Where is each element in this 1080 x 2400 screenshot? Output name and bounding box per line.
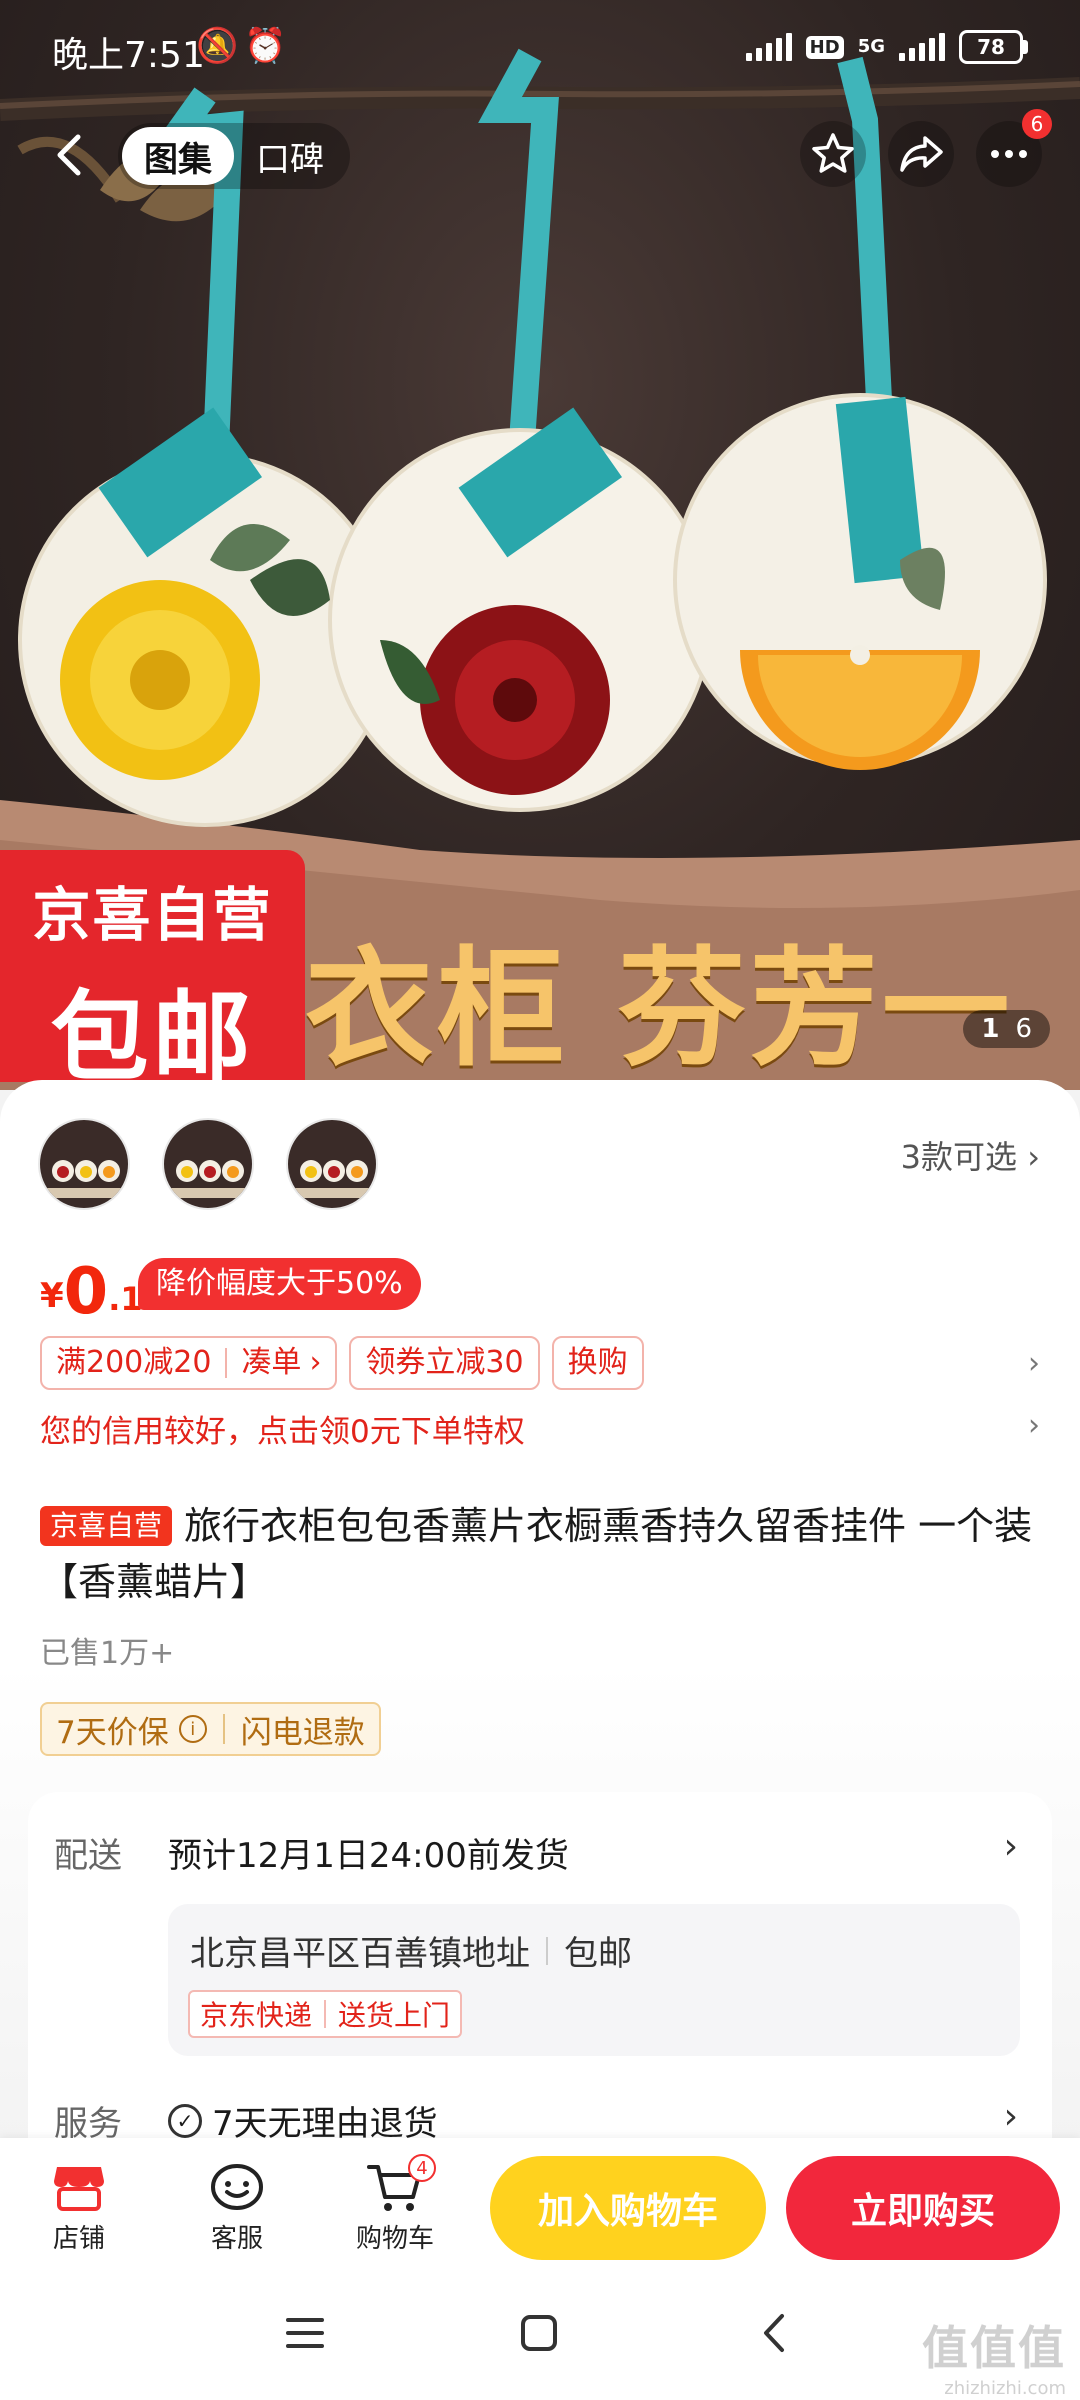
free-shipping-label: 包邮	[564, 1934, 632, 1974]
door-delivery-label: 送货上门	[338, 1999, 451, 2032]
shipping-estimate[interactable]: 预计12月1日24:00前发货	[168, 1828, 569, 1877]
status-time: 晚上7:51	[52, 35, 205, 76]
info-icon[interactable]: i	[178, 1715, 207, 1743]
self-operated-tag: 京喜自营	[40, 1506, 173, 1546]
shipping-label: 配送	[54, 1836, 122, 1876]
check-circle-icon: ✓	[168, 2103, 202, 2138]
sold-count: 已售1万+	[40, 1636, 175, 1671]
nav-actions: 6	[800, 109, 1052, 187]
network-label: 5G	[857, 36, 885, 57]
battery-level: 78	[959, 30, 1023, 64]
price-protection-label: 7天价保	[56, 1714, 169, 1751]
address-line: 北京昌平区百善镇地址 包邮	[190, 1926, 632, 1975]
battery-icon: 78	[959, 30, 1028, 64]
chat-face-icon	[211, 2164, 263, 2210]
price: ¥ 0 .1	[40, 1260, 143, 1324]
cart-count-badge: 4	[408, 2154, 436, 2182]
price-symbol: ¥	[40, 1276, 64, 1316]
shop-icon	[54, 2167, 104, 2211]
chevron-left-icon	[57, 134, 81, 176]
promo-bottom-text: 包邮	[50, 981, 255, 1090]
gallery-pager: 16	[963, 1010, 1050, 1048]
more-button[interactable]: 6	[976, 109, 1052, 187]
variants-count-label: 3款可选	[900, 1138, 1018, 1176]
support-label: 客服	[210, 2224, 263, 2254]
variant-thumb[interactable]	[286, 1118, 378, 1210]
cart-button[interactable]: 4 购物车	[340, 2154, 450, 2255]
buy-now-button[interactable]: 立即购买	[786, 2156, 1060, 2260]
pager-total: 6	[1015, 1014, 1032, 1044]
variants-selector[interactable]: 3款可选 ›	[901, 1132, 1040, 1178]
watermark-url: zhizhizhi.com	[944, 2378, 1066, 2399]
system-nav-bar	[0, 2280, 1080, 2400]
pager-current: 1	[981, 1014, 1000, 1044]
credit-privilege[interactable]: 您的信用较好，点击领0元下单特权	[40, 1406, 525, 1451]
full-reduction-coupon[interactable]: 满200减20 凑单 ›	[40, 1336, 338, 1390]
shop-button[interactable]: 店铺	[24, 2156, 134, 2255]
product-gallery[interactable]: 晚上7:51 🔕⏰ HD 5G 78 图集 口碑 6 京喜自营 包邮 衣柜 芬芳…	[0, 0, 1080, 1090]
combine-arrow: ›	[309, 1345, 322, 1380]
star-icon	[812, 133, 854, 173]
guarantee-bar[interactable]: 7天价保 i 闪电退款	[40, 1702, 381, 1756]
full-reduction-label: 满200减20	[56, 1345, 212, 1380]
express-tag: 京东快递 送货上门	[188, 1990, 463, 2038]
watermark-logo: 值值值	[922, 2321, 1066, 2375]
express-label: 京东快递	[200, 1999, 313, 2032]
shipping-arrow[interactable]: ›	[1004, 1826, 1018, 1867]
tab-gallery[interactable]: 图集	[122, 127, 234, 185]
share-button[interactable]	[888, 121, 954, 187]
message-badge: 6	[1022, 109, 1052, 139]
fast-refund-label: 闪电退款	[240, 1714, 365, 1751]
credit-arrow[interactable]: ›	[1028, 1408, 1040, 1443]
price-drop-tag: 降价幅度大于50%	[138, 1258, 421, 1310]
share-icon	[900, 136, 943, 172]
signal-icon	[745, 33, 792, 61]
shop-label: 店铺	[52, 2224, 105, 2254]
hd-badge: HD	[805, 35, 844, 59]
hero-slogan: 衣柜 芬芳一年	[305, 935, 1014, 1084]
promo-badge: 京喜自营 包邮	[0, 850, 305, 1090]
combine-order-link[interactable]: 凑单	[241, 1338, 301, 1388]
status-bar: 晚上7:51 🔕⏰ HD 5G 78	[0, 0, 1080, 95]
watermark: 值值值 zhizhizhi.com	[922, 2312, 1066, 2399]
home-button[interactable]	[516, 2310, 562, 2360]
delivery-address: 北京昌平区百善镇地址	[190, 1934, 530, 1974]
bottom-action-bar: 店铺 客服 4 购物车 加入购物车 立即购买	[0, 2138, 1080, 2280]
product-title-text: 旅行衣柜包包香薰片衣橱熏香持久留香挂件 一个装【香薰蜡片】	[40, 1504, 1033, 1604]
triangle-back-icon	[764, 2314, 784, 2352]
menu-icon	[286, 2318, 324, 2348]
tab-reviews[interactable]: 口碑	[234, 127, 346, 185]
price-integer: 0	[63, 1255, 109, 1329]
more-icon	[991, 150, 1027, 158]
back-button[interactable]	[40, 125, 100, 185]
variant-thumbnails	[38, 1118, 378, 1210]
variant-thumb[interactable]	[38, 1118, 130, 1210]
square-home-icon	[521, 2315, 557, 2351]
promo-top-text: 京喜自营	[32, 881, 273, 949]
product-title: 京喜自营 旅行衣柜包包香薰片衣橱熏香持久留香挂件 一个装【香薰蜡片】	[40, 1498, 1040, 1610]
top-nav: 图集 口碑 6	[0, 109, 1080, 195]
service-arrow[interactable]: ›	[1004, 2096, 1018, 2137]
status-indicators: HD 5G 78	[745, 30, 1028, 64]
add-to-cart-button[interactable]: 加入购物车	[490, 2156, 766, 2260]
exchange-coupon[interactable]: 换购	[551, 1336, 644, 1390]
coupon-row: 满200减20 凑单 › 领券立减30 换购	[40, 1336, 644, 1390]
variant-thumb[interactable]	[162, 1118, 254, 1210]
support-button[interactable]: 客服	[182, 2156, 292, 2255]
status-mute-alarm-icons: 🔕⏰	[196, 26, 293, 66]
favorite-button[interactable]	[800, 121, 866, 187]
system-back-button[interactable]	[752, 2310, 798, 2360]
voucher-coupon[interactable]: 领券立减30	[349, 1336, 540, 1390]
gallery-tabs: 图集 口碑	[118, 123, 350, 189]
product-info-card: 3款可选 › ¥ 0 .1 降价幅度大于50% 满200减20 凑单 › 领券立…	[0, 1080, 1080, 2232]
address-box[interactable]: 北京昌平区百善镇地址 包邮 京东快递 送货上门	[168, 1904, 1020, 2056]
signal-icon-2	[899, 33, 945, 61]
recents-button[interactable]	[282, 2310, 328, 2360]
coupon-arrow[interactable]: ›	[1028, 1346, 1040, 1381]
cart-label: 购物车	[355, 2224, 434, 2254]
